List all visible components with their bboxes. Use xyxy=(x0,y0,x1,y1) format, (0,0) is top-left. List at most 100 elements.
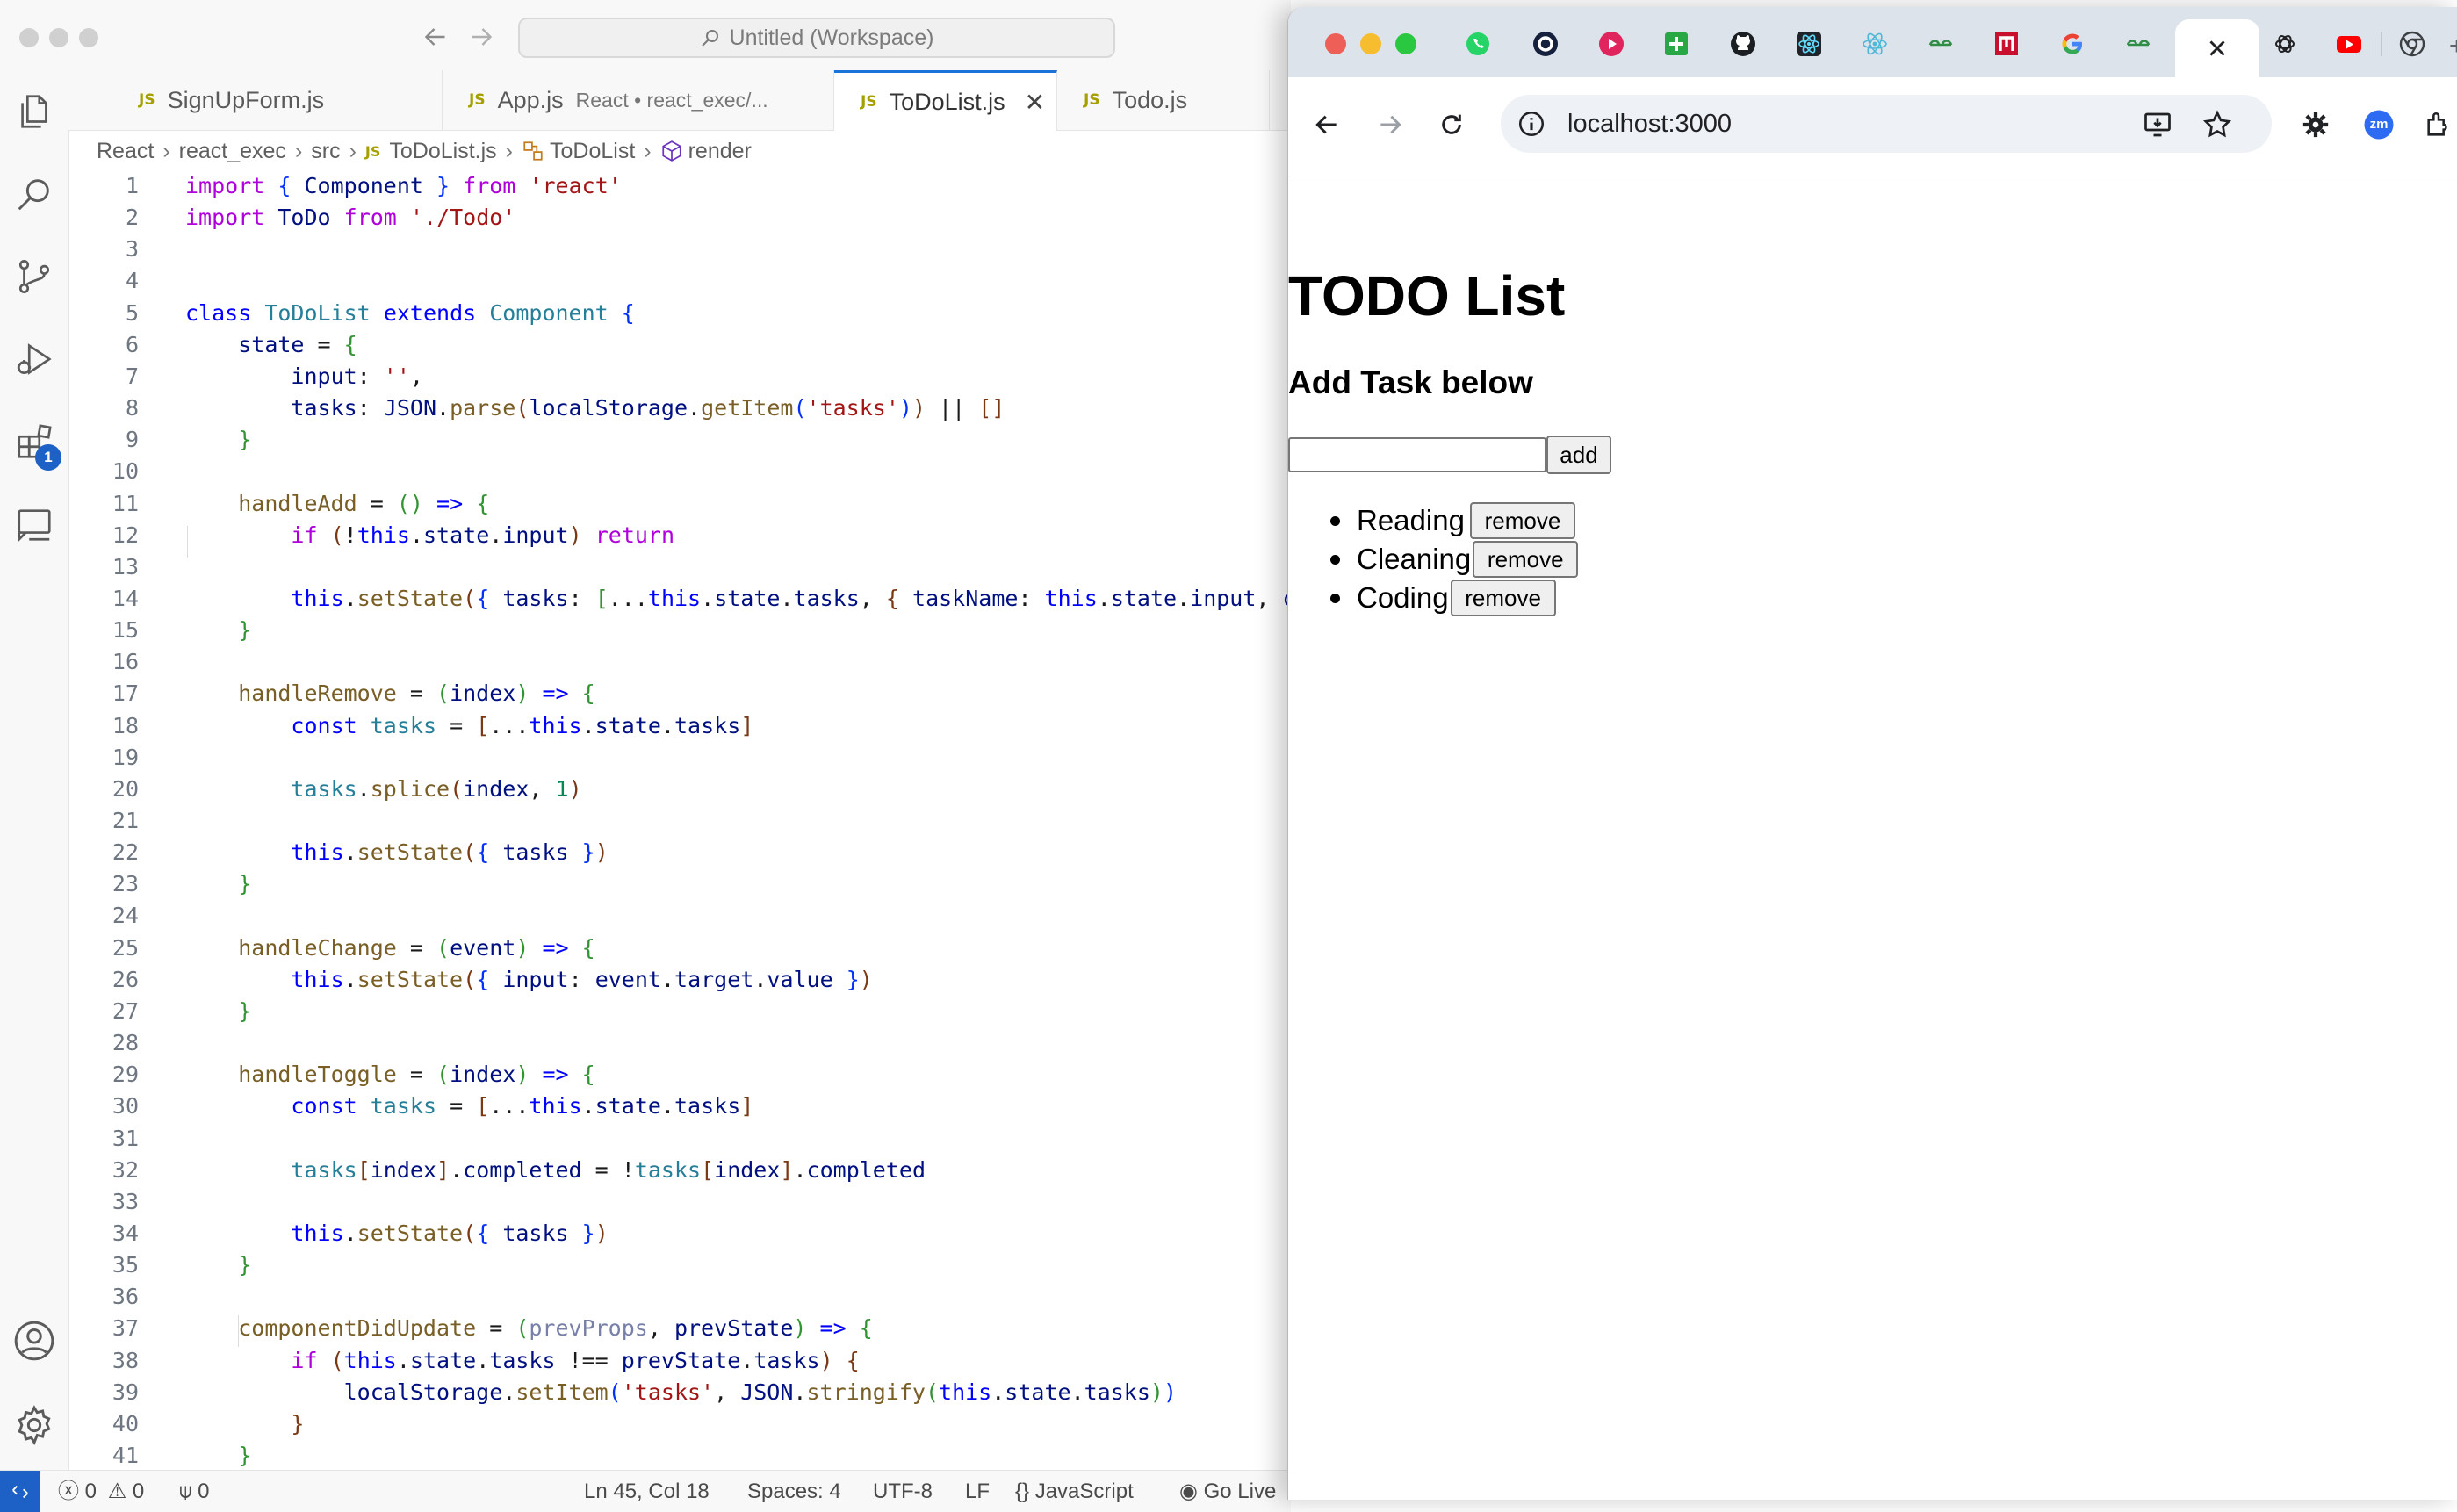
sheets-icon[interactable] xyxy=(1662,30,1690,58)
code-line[interactable]: 21 xyxy=(68,805,1291,837)
tab-todolist[interactable]: JS ToDoList.js ✕ xyxy=(834,70,1057,131)
forward-arrow-icon[interactable] xyxy=(1373,107,1408,142)
explorer-icon[interactable] xyxy=(11,88,58,135)
code-line[interactable]: 28 xyxy=(68,1027,1291,1059)
bookmark-star-icon[interactable] xyxy=(2201,109,2233,140)
code-line[interactable]: 40 } xyxy=(68,1408,1291,1440)
tab-signupform[interactable]: JS SignUpForm.js xyxy=(112,70,443,130)
remove-task-button[interactable]: remove xyxy=(1469,502,1575,539)
extension-gear-icon[interactable] xyxy=(2298,107,2333,142)
code-line[interactable]: 26 this.setState({ input: event.target.v… xyxy=(68,964,1291,996)
breadcrumb-item[interactable]: React xyxy=(97,139,154,164)
media-app-icon[interactable] xyxy=(1597,30,1625,58)
add-task-button[interactable]: add xyxy=(1546,436,1611,474)
accounts-icon[interactable] xyxy=(11,1317,58,1364)
nav-back-icon[interactable] xyxy=(420,21,451,53)
address-bar[interactable]: localhost:3000 xyxy=(1501,95,2272,153)
chrome-icon[interactable] xyxy=(2398,30,2426,58)
code-line[interactable]: 1 import { Component } from 'react' xyxy=(68,170,1291,202)
code-line[interactable]: 22 this.setState({ tasks }) xyxy=(68,837,1291,868)
window-close-button[interactable] xyxy=(1325,33,1346,54)
breadcrumb-item[interactable]: src xyxy=(311,139,340,164)
run-debug-icon[interactable] xyxy=(11,335,58,383)
window-close-button[interactable] xyxy=(19,28,39,47)
ports-indicator[interactable]: ⍦ 0 xyxy=(179,1471,209,1512)
code-line[interactable]: 13 xyxy=(68,551,1291,583)
whatsapp-icon[interactable] xyxy=(1464,30,1492,58)
code-line[interactable]: 12 if (!this.state.input) return xyxy=(68,520,1291,551)
code-line[interactable]: 10 xyxy=(68,456,1291,487)
netlify-icon[interactable] xyxy=(1992,30,2021,58)
code-line[interactable]: 24 xyxy=(68,900,1291,932)
code-line[interactable]: 14 this.setState({ tasks: [...this.state… xyxy=(68,583,1291,615)
code-line[interactable]: 38 if (this.state.tasks !== prevState.ta… xyxy=(68,1345,1291,1377)
youtube-icon[interactable] xyxy=(2335,30,2363,58)
circle-app-icon[interactable] xyxy=(1531,30,1560,58)
active-browser-tab[interactable] xyxy=(2175,19,2259,77)
tab-close-icon[interactable]: ✕ xyxy=(1025,88,1045,117)
breadcrumb-symbol-class[interactable]: ToDoList xyxy=(550,139,635,164)
go-live-button[interactable]: ◉ Go Live xyxy=(1179,1471,1276,1512)
manage-gear-icon[interactable] xyxy=(11,1401,58,1449)
code-line[interactable]: 23 } xyxy=(68,868,1291,900)
indentation[interactable]: Spaces: 4 xyxy=(747,1471,841,1512)
code-line[interactable]: 6 state = { xyxy=(68,329,1291,361)
remote-indicator-icon[interactable] xyxy=(0,1471,40,1512)
nav-forward-icon[interactable] xyxy=(465,21,497,53)
code-line[interactable]: 34 this.setState({ tasks }) xyxy=(68,1218,1291,1249)
code-line[interactable]: 30 const tasks = [...this.state.tasks] xyxy=(68,1091,1291,1122)
react-dark-icon[interactable] xyxy=(1795,30,1823,58)
code-line[interactable]: 4 xyxy=(68,265,1291,297)
breadcrumb-symbol-method[interactable]: render xyxy=(688,139,752,164)
language-mode[interactable]: {} JavaScript xyxy=(1015,1471,1134,1512)
encoding[interactable]: UTF-8 xyxy=(873,1471,933,1512)
source-control-icon[interactable] xyxy=(11,253,58,300)
breadcrumb-item[interactable]: react_exec xyxy=(179,139,286,164)
back-arrow-icon[interactable] xyxy=(1309,107,1344,142)
code-line[interactable]: 9 } xyxy=(68,424,1291,456)
code-line[interactable]: 3 xyxy=(68,234,1291,265)
code-line[interactable]: 41 } xyxy=(68,1440,1291,1472)
code-line[interactable]: 16 xyxy=(68,646,1291,678)
cursor-position[interactable]: Ln 45, Col 18 xyxy=(584,1471,710,1512)
code-line[interactable]: 17 handleRemove = (index) => { xyxy=(68,678,1291,709)
close-icon[interactable] xyxy=(2206,37,2229,60)
github-icon[interactable] xyxy=(1729,30,1757,58)
tab-app[interactable]: JS App.js React • react_exec/... xyxy=(443,70,834,130)
code-line[interactable]: 32 tasks[index].completed = !tasks[index… xyxy=(68,1155,1291,1186)
window-zoom-button[interactable] xyxy=(1395,33,1416,54)
code-line[interactable]: 25 handleChange = (event) => { xyxy=(68,932,1291,964)
code-line[interactable]: 15 } xyxy=(68,615,1291,646)
window-minimize-button[interactable] xyxy=(1360,33,1381,54)
geeks-icon[interactable] xyxy=(2124,30,2152,58)
task-input[interactable] xyxy=(1288,437,1546,472)
code-line[interactable]: 36 xyxy=(68,1281,1291,1313)
geeks-icon[interactable] xyxy=(1927,30,1955,58)
tab-todo[interactable]: JS Todo.js xyxy=(1057,70,1270,130)
extensions-puzzle-icon[interactable] xyxy=(2421,107,2456,142)
url-text[interactable]: localhost:3000 xyxy=(1567,95,1732,153)
code-line[interactable]: 39 localStorage.setItem('tasks', JSON.st… xyxy=(68,1377,1291,1408)
new-tab-icon[interactable]: + xyxy=(2449,32,2457,61)
reload-icon[interactable] xyxy=(1434,107,1469,142)
install-app-icon[interactable] xyxy=(2142,109,2173,140)
end-of-line[interactable]: LF xyxy=(965,1471,990,1512)
code-line[interactable]: 33 xyxy=(68,1186,1291,1218)
chatgpt-icon[interactable] xyxy=(2271,30,2299,58)
code-line[interactable]: 35 } xyxy=(68,1249,1291,1281)
code-line[interactable]: 11 handleAdd = () => { xyxy=(68,488,1291,520)
code-line[interactable]: 18 const tasks = [...this.state.tasks] xyxy=(68,710,1291,742)
code-line[interactable]: 20 tasks.splice(index, 1) xyxy=(68,774,1291,805)
code-editor[interactable]: 1 import { Component } from 'react' 2 impor… xyxy=(68,170,1291,1468)
zoom-extension-icon[interactable]: zm xyxy=(2361,107,2396,142)
code-line[interactable]: 27 } xyxy=(68,996,1291,1027)
code-line[interactable]: 7 input: '', xyxy=(68,361,1291,392)
window-zoom-button[interactable] xyxy=(79,28,98,47)
code-line[interactable]: 2 import ToDo from './Todo' xyxy=(68,202,1291,234)
search-icon[interactable] xyxy=(11,170,58,218)
problems-indicator[interactable]: ⓧ 0 ⚠ 0 xyxy=(58,1471,144,1512)
extensions-icon[interactable]: 1 xyxy=(11,418,61,471)
code-line[interactable]: 29 handleToggle = (index) => { xyxy=(68,1059,1291,1091)
code-line[interactable]: 8 tasks: JSON.parse(localStorage.getItem… xyxy=(68,392,1291,424)
code-line[interactable]: 5 class ToDoList extends Component { xyxy=(68,298,1291,329)
